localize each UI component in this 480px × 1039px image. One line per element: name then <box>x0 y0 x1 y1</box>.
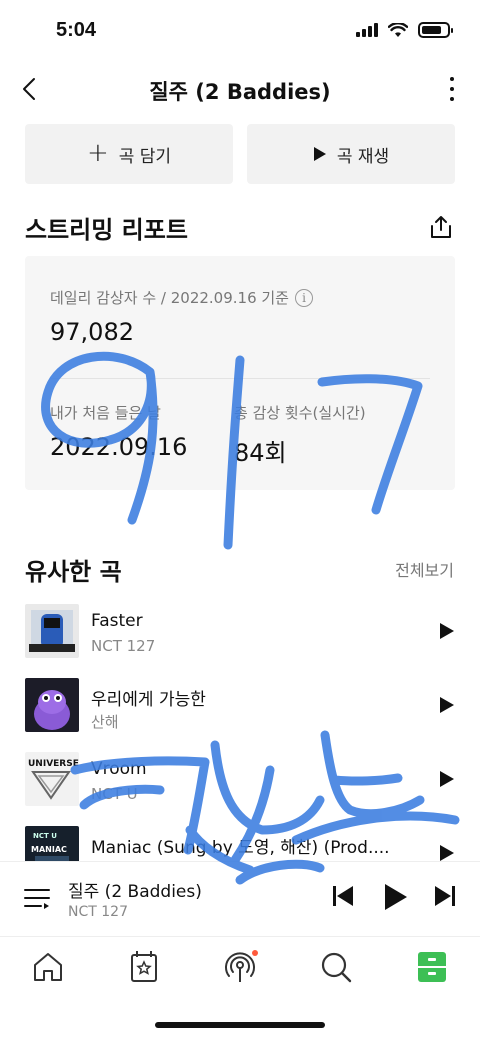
now-playing-title: 질주 (2 Baddies) <box>68 882 202 902</box>
wifi-icon <box>388 22 408 37</box>
share-icon[interactable] <box>428 214 454 240</box>
battery-icon <box>418 22 453 38</box>
more-options-button[interactable] <box>442 74 462 104</box>
song-artist: NCT U <box>91 785 138 803</box>
song-title: 우리에게 가능한 <box>91 690 206 710</box>
album-cover: UNIVERSE <box>25 752 79 806</box>
play-icon <box>313 147 326 161</box>
album-cover: NCT U MANIAC <box>25 826 79 861</box>
library-icon[interactable] <box>126 949 162 985</box>
total-plays-value: 84회 <box>234 439 287 467</box>
add-to-playlist-label: 곡 담기 <box>118 146 172 167</box>
svg-text:NCT U: NCT U <box>33 832 57 840</box>
action-buttons: + 곡 담기 곡 재생 <box>25 124 455 184</box>
daily-listeners-label: 데일리 감상자 수 / 2022.09.16 기준 i <box>50 287 313 308</box>
playlist-queue-icon[interactable] <box>23 886 51 912</box>
divider <box>50 378 430 379</box>
play-icon[interactable] <box>439 844 455 861</box>
first-listen-label: 내가 처음 들은 날 <box>50 404 161 422</box>
song-artist: 산해 <box>91 713 119 731</box>
svg-text:MANIAC: MANIAC <box>31 845 67 854</box>
song-row[interactable]: UNIVERSE Vroom NCT U <box>25 752 455 808</box>
first-listen-value: 2022.09.16 <box>50 433 188 461</box>
song-row[interactable]: Faster NCT 127 <box>25 604 455 660</box>
svg-text:UNIVERSE: UNIVERSE <box>28 759 79 769</box>
next-track-icon[interactable] <box>434 884 456 908</box>
similar-songs-title: 유사한 곡 <box>25 558 122 586</box>
mini-player[interactable]: 질주 (2 Baddies) NCT 127 <box>0 861 480 936</box>
song-row[interactable]: NCT U MANIAC Maniac (Sung by 도영, 해찬) (Pr… <box>25 826 455 861</box>
play-pause-icon[interactable] <box>383 882 409 912</box>
song-title: Vroom <box>91 759 147 779</box>
status-icons <box>356 22 453 38</box>
search-icon[interactable] <box>318 949 354 985</box>
streaming-report-title: 스트리밍 리포트 <box>25 216 188 244</box>
daily-listeners-text: 데일리 감상자 수 / 2022.09.16 기준 <box>50 289 289 307</box>
song-title: Faster <box>91 611 143 631</box>
see-all-link[interactable]: 전체보기 <box>395 557 454 581</box>
play-icon[interactable] <box>439 622 455 640</box>
play-song-button[interactable]: 곡 재생 <box>247 124 455 184</box>
album-cover <box>25 604 79 658</box>
song-title: Maniac (Sung by 도영, 해찬) (Prod.... <box>91 838 390 858</box>
info-icon[interactable]: i <box>294 288 313 307</box>
home-icon[interactable] <box>30 949 66 985</box>
status-time: 5:04 <box>56 19 97 41</box>
previous-track-icon[interactable] <box>332 884 354 908</box>
cellular-signal-icon <box>356 23 378 37</box>
song-artist: NCT 127 <box>91 637 156 655</box>
play-icon[interactable] <box>439 770 455 788</box>
streaming-report-card: 데일리 감상자 수 / 2022.09.16 기준 i 97,082 내가 처음… <box>25 256 455 490</box>
podcast-icon[interactable] <box>222 949 258 985</box>
top-nav: 질주 (2 Baddies) <box>0 62 480 116</box>
total-plays-label: 총 감상 횟수(실시간) <box>234 404 366 422</box>
play-song-label: 곡 재생 <box>336 146 390 167</box>
status-bar: 5:04 <box>0 0 480 62</box>
add-to-playlist-button[interactable]: + 곡 담기 <box>25 124 233 184</box>
now-playing-artist: NCT 127 <box>68 904 128 920</box>
bottom-tab-bar <box>0 936 480 996</box>
plus-icon: + <box>86 137 109 168</box>
album-cover <box>25 678 79 732</box>
daily-listeners-value: 97,082 <box>50 318 134 346</box>
storage-drawer-icon[interactable] <box>414 949 450 985</box>
page-title: 질주 (2 Baddies) <box>149 80 331 104</box>
home-indicator <box>155 1022 325 1028</box>
song-row[interactable]: 우리에게 가능한 산해 <box>25 678 455 734</box>
play-icon[interactable] <box>439 696 455 714</box>
